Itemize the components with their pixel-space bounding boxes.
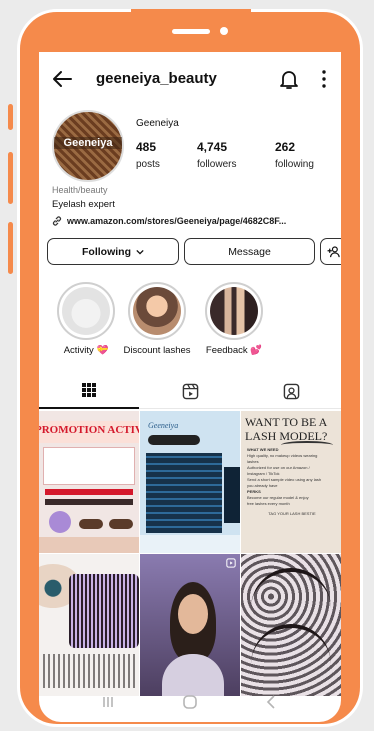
post-thumbnail[interactable] [241,554,341,696]
following-button-label: Following [82,245,131,258]
stat-following-value: 262 [275,140,296,154]
profile-avatar[interactable]: Geeneiya [52,110,124,182]
post-thumbnail[interactable]: Geeneiya [140,411,240,553]
highlight-ring [128,282,186,340]
profile-link-text: www.amazon.com/stores/Geeneiya/page/4682… [67,216,287,226]
tagged-icon [283,383,299,399]
recent-apps-icon[interactable] [99,694,117,710]
back-navigation-icon[interactable] [263,694,281,710]
chevron-down-icon [136,249,144,255]
stat-following-label: following [275,159,314,170]
back-arrow-icon[interactable] [51,68,73,90]
profile-display-name: Geeneiya [136,118,179,129]
message-button-label: Message [228,245,271,258]
highlight-discount-lashes[interactable]: Discount lashes [117,282,197,356]
power-side-button [8,222,13,274]
profile-category: Health/beauty [52,185,108,195]
highlight-label: Discount lashes [123,345,191,356]
post-thumbnail[interactable]: PROMOTION ACTIVIT [39,411,139,553]
highlight-label: Activity 💝 [63,345,109,356]
post-caption: PROMOTION ACTIVIT [39,424,139,436]
android-navigation-bar [39,683,341,722]
phone-frame: geeneiya_beauty Geeneiya Geeneiya 485 po… [17,9,363,727]
message-button[interactable]: Message [184,238,315,265]
tab-tagged[interactable] [241,373,341,409]
stat-posts-value: 485 [136,140,157,154]
highlight-ring [57,282,115,340]
grid-icon [82,383,96,397]
highlight-ring [205,282,263,340]
home-icon[interactable] [181,694,199,710]
highlight-label: Feedback 💕 [205,345,263,356]
post-caption: WANT TO BE A LASH MODEL? [245,415,328,443]
stat-followers-value: 4,745 [197,140,228,154]
post-thumbnail[interactable]: WANT TO BE A LASH MODEL? WHAT WE NEED Hi… [241,411,341,553]
stat-followers-label: followers [197,159,237,170]
highlight-activity[interactable]: Activity 💝 [46,282,126,356]
highlight-feedback[interactable]: Feedback 💕 [194,282,274,356]
profile-bio: Eyelash expert [52,199,115,210]
volume-down-side-button [8,152,13,204]
highlight-cover-discount [133,287,181,335]
profile-header: geeneiya_beauty [39,52,341,108]
front-camera [220,27,228,35]
phone-notch [131,9,251,47]
volume-up-side-button [8,104,13,130]
avatar-brand-text: Geeneiya [54,137,122,149]
link-icon [52,216,62,226]
profile-username: geeneiya_beauty [96,70,217,87]
more-options-icon[interactable] [321,67,327,91]
suggest-accounts-button[interactable] [320,238,341,265]
post-caption: Geeneiya [148,421,179,430]
tab-reels[interactable] [140,373,240,409]
stat-posts[interactable]: 485 posts [136,140,160,170]
post3-line: free lashes every month [247,501,290,506]
post3-line: TAG YOUR LASH BESTIE [268,511,316,516]
profile-content-tabs [39,373,341,409]
speaker-grille [172,29,210,34]
reel-indicator-icon [226,558,236,568]
profile-link[interactable]: www.amazon.com/stores/Geeneiya/page/4682… [51,215,341,227]
stat-posts-label: posts [136,159,160,170]
post-thumbnail[interactable] [140,554,240,696]
highlight-cover-feedback [210,287,258,335]
stat-following[interactable]: 262 following [275,140,314,170]
reels-icon [182,383,198,399]
highlight-cover-activity [62,287,110,335]
following-button[interactable]: Following [47,238,179,265]
instagram-profile-screen: geeneiya_beauty Geeneiya Geeneiya 485 po… [39,52,341,722]
stat-followers[interactable]: 4,745 followers [197,140,236,170]
add-user-icon [327,245,340,257]
tab-posts-grid[interactable] [39,373,139,409]
notification-bell-icon[interactable] [279,68,299,90]
post-thumbnail[interactable] [39,554,139,696]
